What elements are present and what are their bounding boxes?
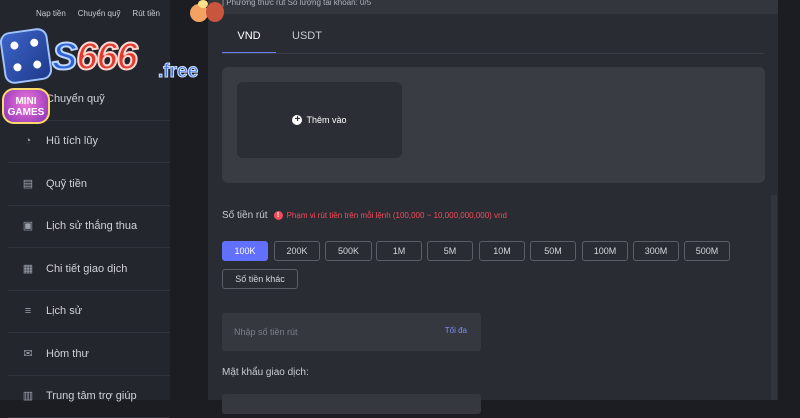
- sidebar-item-quy-tien[interactable]: ▤ Quỹ tiền: [8, 163, 170, 206]
- sidebar-item-label: Chi tiết giao dịch: [46, 263, 127, 275]
- sidebar-item-tro-giup[interactable]: ▥ Trung tâm trợ giúp: [8, 376, 170, 418]
- sidebar-item-lich-su-thang-thua[interactable]: ▣ Lịch sử thắng thua: [8, 206, 170, 249]
- withdraw-method-header: | Phương thức rút Số lượng tài khoản: 0/…: [208, 0, 778, 14]
- tab-usdt[interactable]: USDT: [280, 24, 334, 54]
- piggy-icon: ◔: [22, 135, 34, 147]
- clipboard-icon: ▣: [22, 220, 34, 232]
- scrollbar[interactable]: [771, 195, 777, 400]
- dice-icon: [0, 27, 53, 85]
- amount-chip-300m[interactable]: 300M: [633, 241, 679, 261]
- sidebar-quick-actions: Nạp tiền Chuyển quỹ Rút tiền: [0, 0, 186, 20]
- help-icon: ▥: [22, 390, 34, 402]
- plus-circle-icon: +: [292, 115, 302, 125]
- withdraw-range-note: Phạm vi rút tiền trên mỗi lệnh (100,000 …: [287, 211, 507, 220]
- transfer-button[interactable]: Chuyển quỹ: [78, 9, 121, 18]
- wallet-icon: ▤: [22, 178, 34, 190]
- transaction-password-input[interactable]: [222, 394, 481, 414]
- document-icon: ▦: [22, 263, 34, 275]
- deposit-button[interactable]: Nạp tiền: [36, 9, 66, 18]
- sidebar-item-lich-su[interactable]: ≡ Lịch sử: [8, 291, 170, 334]
- amount-chip-1m[interactable]: 1M: [376, 241, 422, 261]
- sidebar-item-label: Lịch sử thắng thua: [46, 220, 137, 232]
- amount-chip-other[interactable]: Số tiền khác: [222, 269, 298, 289]
- logo-domain-suffix: .free: [158, 61, 198, 83]
- sidebar-item-label: Quỹ tiền: [46, 178, 87, 190]
- withdraw-button[interactable]: Rút tiền: [132, 9, 160, 18]
- amount-chip-500m[interactable]: 500M: [684, 241, 730, 261]
- alert-icon: !: [274, 211, 283, 220]
- sidebar-item-label: Trung tâm trợ giúp: [46, 390, 137, 402]
- sidebar-menu: ⇄Chuyển quỹ ◔Hũ tích lũy ▤Quỹ tiền ▣Lịch…: [8, 78, 170, 418]
- site-logo[interactable]: S666 .free MINI GAMES: [0, 28, 240, 128]
- withdraw-amount-input[interactable]: [232, 324, 422, 340]
- max-amount-button[interactable]: Tối đa: [445, 326, 467, 335]
- amount-chip-10m[interactable]: 10M: [479, 241, 525, 261]
- transaction-password-label: Mật khẩu giao dịch:: [222, 367, 309, 378]
- sidebar-item-hom-thu[interactable]: ✉ Hòm thư: [8, 333, 170, 376]
- add-card-label: Thêm vào: [306, 115, 346, 125]
- history-icon: ≡: [22, 305, 34, 317]
- amount-chip-100m[interactable]: 100M: [582, 241, 628, 261]
- sidebar-item-chi-tiet-giao-dich[interactable]: ▦ Chi tiết giao dịch: [8, 248, 170, 291]
- amount-chip-500k[interactable]: 500K: [325, 241, 372, 261]
- add-bank-card-button[interactable]: + Thêm vào: [237, 82, 402, 158]
- amount-chip-50m[interactable]: 50M: [530, 241, 576, 261]
- withdraw-amount-field: Tối đa: [222, 313, 481, 351]
- mail-icon: ✉: [22, 348, 34, 360]
- sidebar-item-label: Lịch sử: [46, 305, 82, 317]
- mini-games-badge[interactable]: MINI GAMES: [2, 88, 50, 124]
- amount-chip-200k[interactable]: 200K: [274, 241, 320, 261]
- sidebar-item-label: Hòm thư: [46, 348, 89, 360]
- logo-wordmark: S666: [52, 36, 137, 79]
- mascot-icon: [186, 0, 232, 24]
- amount-chip-100k[interactable]: 100K: [222, 241, 268, 261]
- tabs-divider: [222, 53, 764, 54]
- page-background-edge: [778, 0, 800, 400]
- withdraw-amount-row: Số tiền rút ! Phạm vi rút tiền trên mỗi …: [222, 210, 507, 221]
- withdraw-amount-label: Số tiền rút: [222, 210, 268, 221]
- sidebar-item-label: Hũ tích lũy: [46, 135, 98, 147]
- amount-chip-5m[interactable]: 5M: [427, 241, 473, 261]
